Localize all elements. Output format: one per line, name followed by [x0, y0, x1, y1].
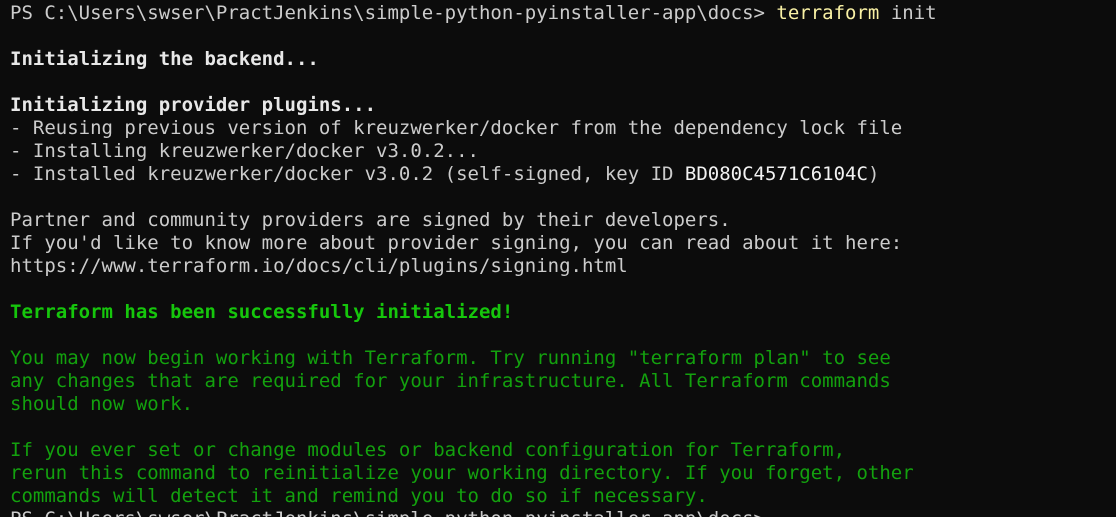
output-installed: - Installed kreuzwerker/docker v3.0.2 (s… [10, 163, 1116, 186]
key-id: BD080C4571C6104C [684, 163, 868, 185]
next-prompt-line[interactable]: PS C:\Users\swser\PractJenkins\simple-py… [10, 508, 1116, 517]
output-rerun-2: rerun this command to reinitialize your … [10, 462, 914, 484]
command-args: init [879, 2, 937, 24]
output-backend: Initializing the backend... [10, 48, 319, 70]
installed-suffix: ) [867, 163, 880, 185]
output-rerun-3: commands will detect it and remind you t… [10, 485, 708, 507]
prompt-path: PS C:\Users\swser\PractJenkins\simple-py… [10, 2, 777, 24]
output-reusing: - Reusing previous version of kreuzwerke… [10, 117, 903, 139]
output-provider-header: Initializing provider plugins... [10, 94, 377, 116]
output-partner: Partner and community providers are sign… [10, 209, 731, 231]
output-learn-more: If you'd like to know more about provide… [10, 232, 903, 254]
terminal-window[interactable]: PS C:\Users\swser\PractJenkins\simple-py… [0, 0, 1116, 517]
output-success: Terraform has been successfully initiali… [10, 301, 514, 323]
output-begin-1: You may now begin working with Terraform… [10, 347, 891, 369]
output-begin-2: any changes that are required for your i… [10, 370, 891, 392]
output-rerun-1: If you ever set or change modules or bac… [10, 439, 846, 461]
installed-prefix: - Installed kreuzwerker/docker v3.0.2 (s… [10, 163, 685, 185]
command-name: terraform [776, 2, 880, 24]
output-installing: - Installing kreuzwerker/docker v3.0.2..… [10, 140, 479, 162]
prompt-line: PS C:\Users\swser\PractJenkins\simple-py… [10, 2, 1116, 25]
output-begin-3: should now work. [10, 393, 194, 415]
output-signing-url[interactable]: https://www.terraform.io/docs/cli/plugin… [10, 255, 1116, 278]
